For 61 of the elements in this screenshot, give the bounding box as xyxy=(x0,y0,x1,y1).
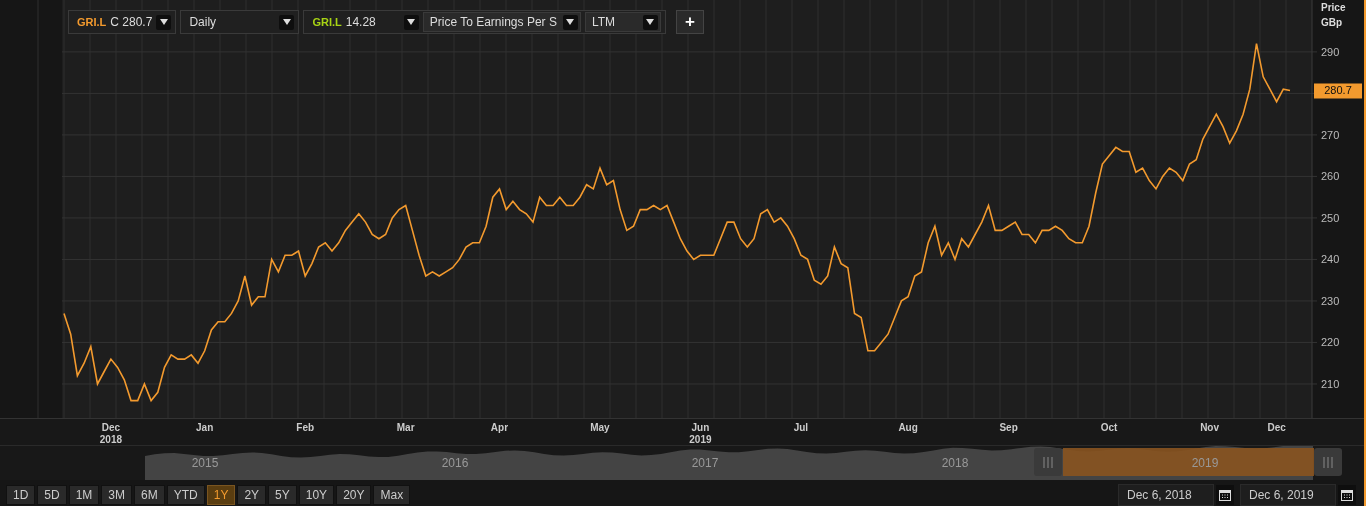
x-axis-label: Jan xyxy=(196,422,214,433)
year-label: 2018 xyxy=(99,434,122,445)
metric-value: Price To Earnings Per S xyxy=(429,15,557,29)
last-price-tag: 280.7 xyxy=(1314,83,1362,99)
range-button[interactable]: 1Y xyxy=(206,485,236,505)
calendar-icon[interactable] xyxy=(1338,485,1356,505)
x-axis-label: Sep xyxy=(999,422,1018,433)
interval-value: Daily xyxy=(189,15,217,29)
y-axis-label: 210 xyxy=(1321,377,1340,390)
range-button[interactable]: YTD xyxy=(166,485,205,505)
calendar-icon[interactable] xyxy=(1216,485,1234,505)
axis-title: Price xyxy=(1321,2,1346,13)
indicator-value: 14.28 xyxy=(345,15,377,29)
range-button[interactable]: Max xyxy=(373,485,411,505)
metric-dropdown[interactable]: Price To Earnings Per S xyxy=(422,12,581,32)
period-dropdown[interactable]: LTM xyxy=(584,12,661,32)
x-axis-label: Apr xyxy=(490,422,509,433)
range-button[interactable]: 2Y xyxy=(237,485,267,505)
year-label: 2016 xyxy=(441,456,469,470)
y-axis-label: 250 xyxy=(1321,211,1340,224)
x-axis-label: Dec xyxy=(101,422,121,433)
interval-dropdown[interactable]: Daily xyxy=(180,10,300,34)
x-axis-label: Dec xyxy=(1267,422,1286,433)
range-button[interactable]: 20Y xyxy=(336,485,372,505)
start-date-field[interactable]: Dec 6, 2018 xyxy=(1118,484,1214,506)
y-axis-label: 220 xyxy=(1321,336,1340,349)
end-date-field[interactable]: Dec 6, 2019 xyxy=(1240,484,1336,506)
x-axis-label: Jul xyxy=(793,422,809,433)
series-selector[interactable]: GRI.L C 280.7 xyxy=(68,10,177,34)
year-label: 2015 xyxy=(191,456,219,470)
range-button[interactable]: 3M xyxy=(101,485,133,505)
period-value: LTM xyxy=(591,15,615,29)
range-button[interactable]: 10Y xyxy=(298,485,335,505)
year-label: 2019 xyxy=(689,434,712,445)
y-axis-label: 240 xyxy=(1321,253,1340,266)
range-button[interactable]: 5Y xyxy=(268,485,297,505)
y-axis-label: 230 xyxy=(1321,294,1340,307)
ticker-label: GRI.L xyxy=(312,16,342,28)
year-label: 2019 xyxy=(1191,456,1219,470)
x-axis-label: Mar xyxy=(396,422,415,433)
range-button[interactable]: 1M xyxy=(68,485,100,505)
x-axis-label: May xyxy=(590,422,610,433)
year-label: 2018 xyxy=(941,456,969,470)
range-handle[interactable] xyxy=(1314,448,1342,476)
range-button[interactable]: 6M xyxy=(134,485,165,505)
x-axis-label: Jun xyxy=(691,422,710,433)
series-value: C 280.7 xyxy=(110,15,153,29)
range-button[interactable]: 1D xyxy=(6,485,36,505)
y-axis-label: 260 xyxy=(1321,170,1340,183)
y-axis-label: 270 xyxy=(1321,128,1340,141)
x-axis-label: Nov xyxy=(1200,422,1220,433)
range-handle[interactable] xyxy=(1034,448,1062,476)
range-button[interactable]: 5D xyxy=(37,485,67,505)
ticker-label: GRI.L xyxy=(77,16,107,28)
y-axis-label: 290 xyxy=(1321,45,1340,58)
x-axis-label: Feb xyxy=(296,422,315,433)
add-button[interactable]: + xyxy=(675,10,704,34)
x-axis-label: Aug xyxy=(898,422,918,433)
year-label: 2017 xyxy=(691,456,719,470)
axis-unit: GBp xyxy=(1321,17,1343,28)
x-axis-label: Oct xyxy=(1100,422,1118,433)
